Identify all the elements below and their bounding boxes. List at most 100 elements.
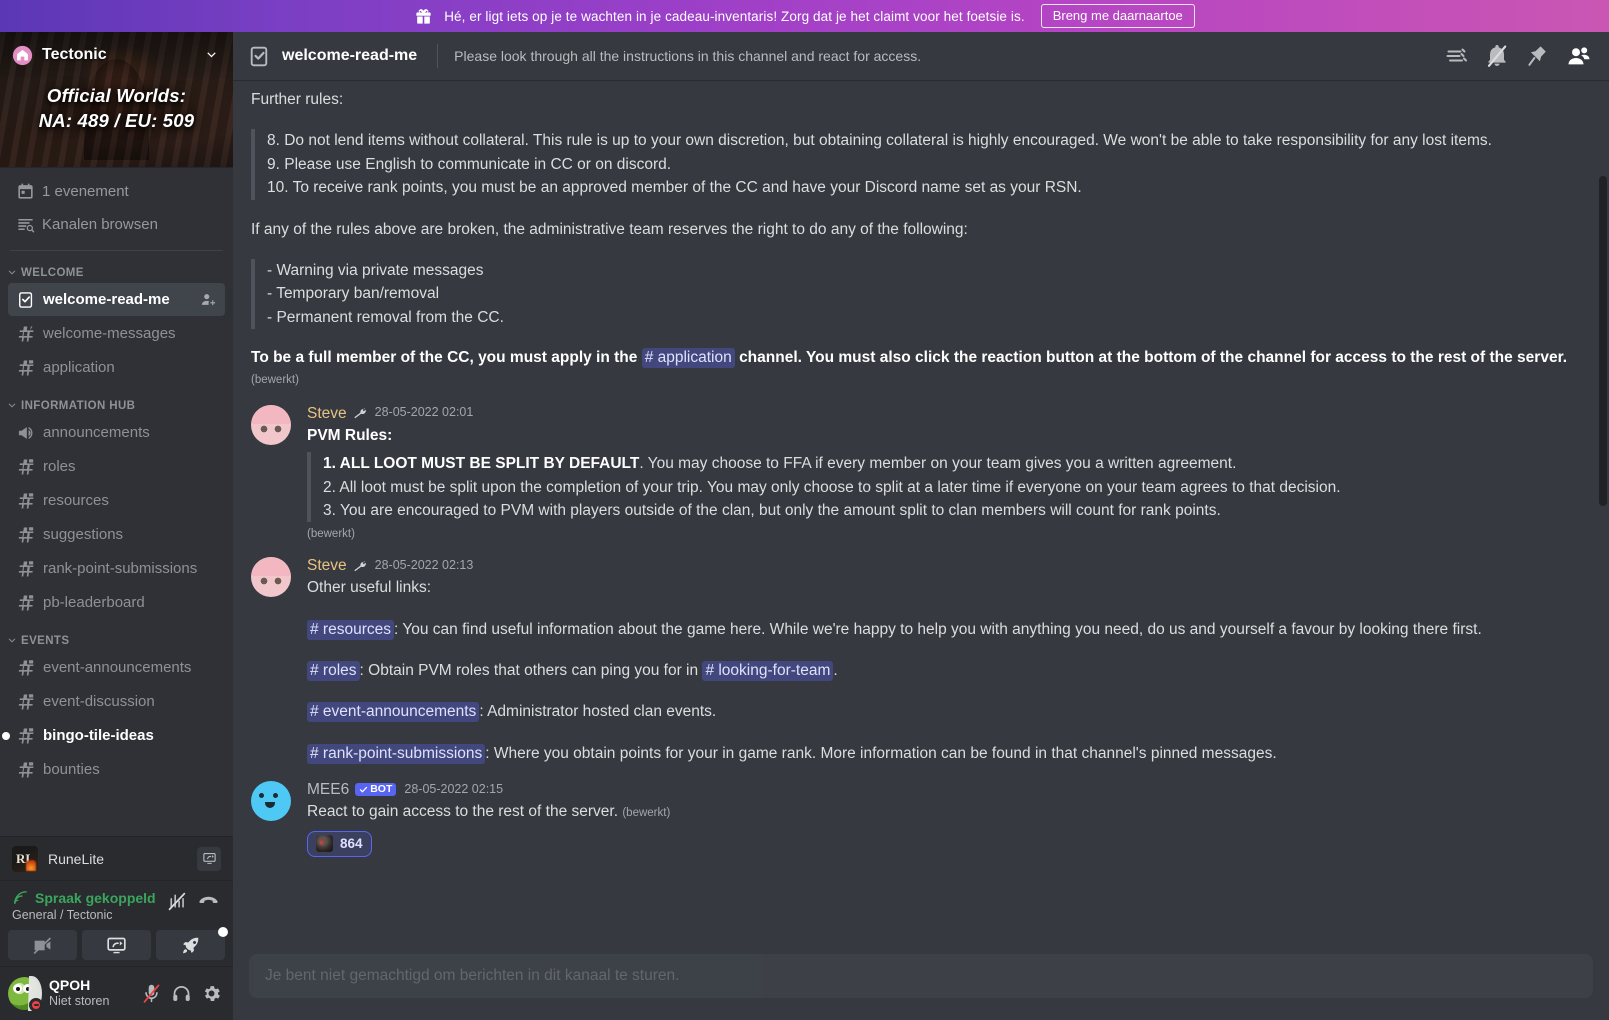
sidebar-channel-rank-point-submissions[interactable]: rank-point-submissions xyxy=(8,552,225,585)
sidebar-channel-label: resources xyxy=(43,492,109,509)
useful-link-text-2: . xyxy=(833,662,838,680)
guild-home-icon xyxy=(12,45,33,65)
channel-topic: Please look through all the instructions… xyxy=(454,48,922,64)
video-toggle-button[interactable] xyxy=(8,930,77,960)
wrench-icon xyxy=(353,408,366,419)
signal-off-icon[interactable] xyxy=(166,891,187,912)
category-welcome-label: WELCOME xyxy=(21,267,84,279)
sidebar-browse-channels-row[interactable]: Kanalen browsen xyxy=(8,208,225,241)
sidebar-channel-welcome-messages[interactable]: welcome-messages xyxy=(8,317,225,350)
message-item: MEE6 BOT 28-05-2022 02:15 React to gain … xyxy=(251,766,1585,858)
threads-icon[interactable] xyxy=(1444,44,1468,68)
message-author[interactable]: MEE6 xyxy=(307,781,349,798)
chevron-down-icon xyxy=(8,270,16,275)
message-header: Steve 28-05-2022 02:01 xyxy=(307,405,1585,422)
closing-text-after: channel. You must also click the reactio… xyxy=(739,349,1568,366)
hash-locked-icon xyxy=(18,658,35,675)
hash-locked-icon xyxy=(18,358,35,375)
avatar[interactable] xyxy=(251,557,291,598)
message-timestamp: 28-05-2022 02:01 xyxy=(374,405,474,420)
pvm-rules-blockquote: 1. ALL LOOT MUST BE SPLIT BY DEFAULT. Yo… xyxy=(307,452,1585,523)
message-author[interactable]: Steve xyxy=(307,405,347,422)
sidebar-channel-label: announcements xyxy=(43,424,150,441)
user-meta[interactable]: QPOH Niet storen xyxy=(49,977,133,1009)
sidebar-channel-roles[interactable]: roles xyxy=(8,450,225,483)
channel-mention-event-announcements[interactable]: # event-announcements xyxy=(307,702,480,723)
promo-cta-button[interactable]: Breng me daarnaartoe xyxy=(1040,4,1195,28)
sidebar-channel-label: roles xyxy=(43,458,76,475)
channel-mention-looking-for-team[interactable]: # looking-for-team xyxy=(702,661,834,682)
activities-button[interactable] xyxy=(156,927,228,960)
sidebar-channel-label: rank-point-submissions xyxy=(43,560,198,577)
activity-rocket-icon xyxy=(183,937,199,953)
message-scrollbar[interactable] xyxy=(1599,176,1607,506)
composer-disabled-notice: Je bent niet gemachtigd om berichten in … xyxy=(249,954,1593,998)
notifications-muted-icon[interactable] xyxy=(1485,44,1509,68)
channel-sidebar: Tectonic Official Worlds: NA: 489 / EU: … xyxy=(0,32,233,1020)
popout-icon[interactable] xyxy=(197,846,221,871)
category-welcome[interactable]: WELCOME xyxy=(6,267,225,279)
sidebar-channel-pb-leaderboard[interactable]: pb-leaderboard xyxy=(8,586,225,619)
status-badge xyxy=(29,998,43,1012)
video-off-icon xyxy=(33,937,51,954)
activity-status-row[interactable]: RL RuneLite xyxy=(0,836,233,880)
channel-list: 1 evenement Kanalen browsen WELCOME welc… xyxy=(0,167,233,836)
bot-message-text: React to gain access to the rest of the … xyxy=(307,803,619,821)
guild-header[interactable]: Tectonic Official Worlds: NA: 489 / EU: … xyxy=(0,32,233,167)
headphones-icon[interactable] xyxy=(171,983,192,1004)
hash-locked-icon xyxy=(18,491,35,508)
sidebar-channel-bingo-tile-ideas[interactable]: bingo-tile-ideas xyxy=(2,719,225,752)
sidebar-channel-application[interactable]: application xyxy=(8,351,225,384)
sidebar-channel-suggestions[interactable]: suggestions xyxy=(8,518,225,551)
pinned-messages-icon[interactable] xyxy=(1526,44,1550,68)
message-list[interactable]: Further rules: 8. Do not lend items with… xyxy=(233,80,1609,948)
sidebar-channel-event-discussion[interactable]: event-discussion xyxy=(8,685,225,718)
member-list-icon[interactable] xyxy=(1567,44,1591,68)
sidebar-channel-label: welcome-read-me xyxy=(43,291,170,308)
channel-mention-roles[interactable]: # roles xyxy=(307,661,360,682)
settings-gear-icon[interactable] xyxy=(201,983,222,1004)
consequences-blockquote: - Warning via private messages - Tempora… xyxy=(251,258,1585,329)
avatar[interactable] xyxy=(251,781,291,822)
bot-badge-label: BOT xyxy=(370,782,393,795)
rule-line: 9. Please use English to communicate in … xyxy=(267,155,672,173)
message-heading: Other useful links: xyxy=(307,579,432,597)
reaction-pill[interactable]: 864 xyxy=(307,830,372,857)
guild-title-row[interactable]: Tectonic xyxy=(0,32,233,78)
avatar[interactable] xyxy=(251,404,291,445)
sidebar-events-row[interactable]: 1 evenement xyxy=(8,175,225,208)
sidebar-channel-announcements[interactable]: announcements xyxy=(8,416,225,449)
hash-locked-icon xyxy=(18,726,35,743)
channel-mention-application[interactable]: # application xyxy=(641,348,735,368)
disconnect-icon[interactable] xyxy=(198,891,219,912)
sidebar-channel-event-announcements[interactable]: event-announcements xyxy=(8,651,225,684)
sidebar-channel-welcome-read-me[interactable]: welcome-read-me xyxy=(8,283,225,316)
mic-muted-icon[interactable] xyxy=(141,983,162,1004)
consequences-intro: If any of the rules above are broken, th… xyxy=(251,220,968,238)
rule-line: 8. Do not lend items without collateral.… xyxy=(267,132,1492,150)
add-member-icon[interactable] xyxy=(200,291,217,308)
channel-mention-resources[interactable]: # resources xyxy=(307,619,394,640)
chat-main: welcome-read-me Please look through all … xyxy=(233,32,1609,1020)
screenshare-button[interactable] xyxy=(82,930,151,960)
chevron-down-icon xyxy=(8,403,16,408)
sidebar-channel-bounties[interactable]: bounties xyxy=(8,753,225,786)
chevron-down-icon[interactable] xyxy=(204,48,219,63)
rules-blockquote: 8. Do not lend items without collateral.… xyxy=(251,129,1585,200)
avatar[interactable] xyxy=(8,976,43,1012)
hash-locked-icon xyxy=(18,593,35,610)
category-events[interactable]: EVENTS xyxy=(6,635,225,647)
edited-label: (bewerkt) xyxy=(622,807,671,820)
hash-locked-icon xyxy=(18,692,35,709)
sidebar-channel-resources[interactable]: resources xyxy=(8,484,225,517)
channel-mention-rank-point-submissions[interactable]: # rank-point-submissions xyxy=(307,743,486,764)
sidebar-browse-channels-label: Kanalen browsen xyxy=(42,216,158,233)
message-author[interactable]: Steve xyxy=(307,557,347,574)
category-information-hub[interactable]: INFORMATION HUB xyxy=(6,400,225,412)
header-divider xyxy=(437,44,439,68)
consequence-line: - Permanent removal from the CC. xyxy=(267,308,504,326)
runelite-app-icon: RL xyxy=(12,845,38,872)
